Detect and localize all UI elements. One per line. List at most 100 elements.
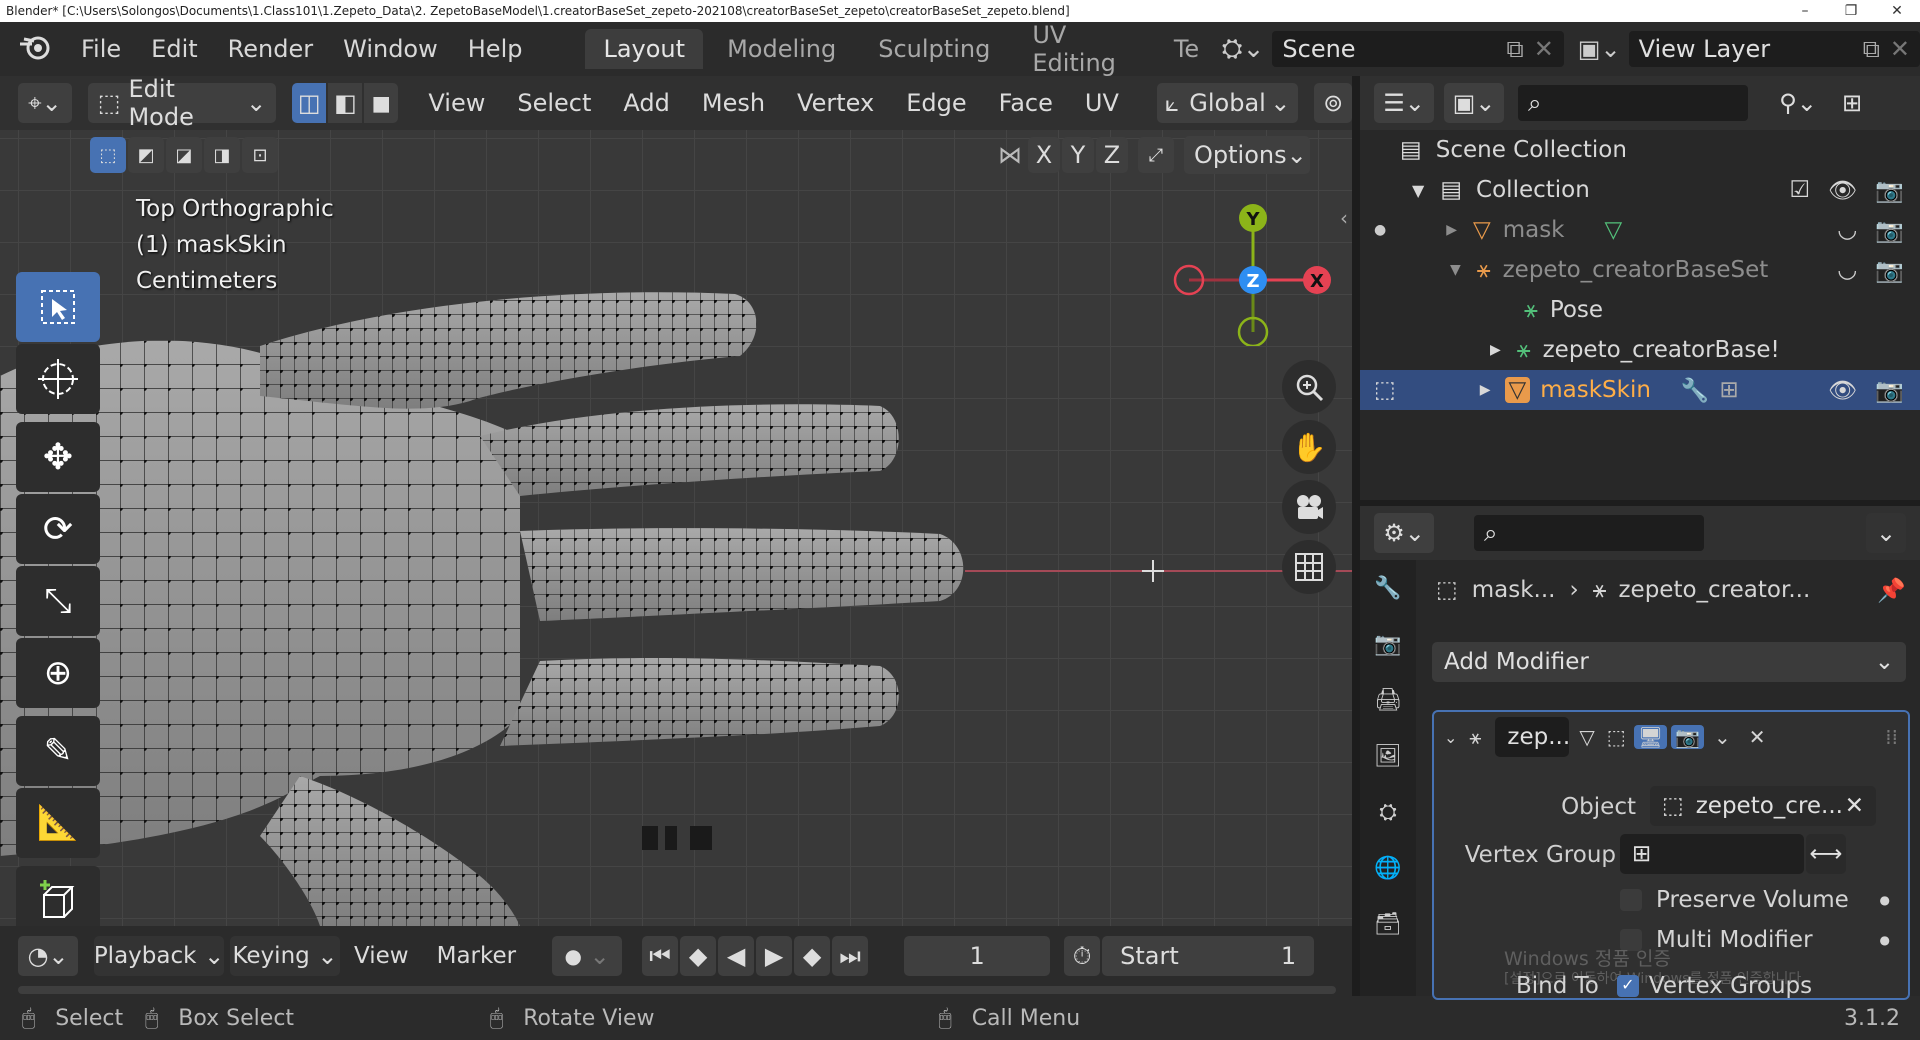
keyframe-dot-icon[interactable]: ● [1880, 893, 1890, 907]
zoom-icon[interactable] [1282, 360, 1336, 414]
render-toggle-icon[interactable]: 📷 [1671, 725, 1704, 749]
properties-search-input[interactable]: ⌕ [1474, 515, 1704, 551]
select-subtract-icon[interactable]: ◪ [166, 137, 202, 173]
object-field[interactable]: ⬚ zepeto_cre... ✕ [1650, 786, 1876, 826]
preserve-volume-checkbox[interactable] [1620, 889, 1642, 911]
menu-render[interactable]: Render [213, 35, 328, 63]
new-collection-icon[interactable]: ⊞ [1834, 83, 1870, 123]
menu-uv[interactable]: UV [1069, 89, 1135, 117]
clear-object-icon[interactable]: ✕ [1845, 793, 1864, 819]
menu-marker[interactable]: Marker [423, 943, 531, 969]
menu-face[interactable]: Face [983, 89, 1069, 117]
expand-arrow-icon[interactable]: ▶ [1480, 382, 1491, 398]
outliner-row-pose[interactable]: ⚹ Pose [1360, 290, 1920, 330]
jump-end-icon[interactable]: ⏭ [832, 936, 869, 976]
transform-orientation-dropdown[interactable]: ⟀ Global ⌄ [1156, 83, 1299, 123]
delete-view-layer-icon[interactable]: ✕ [1890, 35, 1910, 63]
view-layer-tab-icon[interactable]: 🖼 [1360, 728, 1416, 784]
outliner-row-zepeto-creatorbaseset[interactable]: ▼ ⚹ zepeto_creatorBaseSet ◡ 📷 [1360, 250, 1920, 290]
modifier-name-field[interactable]: zep... [1495, 717, 1570, 757]
mirror-z-toggle[interactable]: Z [1096, 137, 1128, 173]
remove-modifier-icon[interactable]: ✕ [1749, 725, 1766, 749]
menu-file[interactable]: File [66, 35, 136, 63]
jump-start-icon[interactable]: ⏮ [642, 936, 679, 976]
outliner-search-input[interactable]: ⌕ [1518, 85, 1748, 121]
sidebar-toggle-icon[interactable]: ‹ [1340, 206, 1348, 230]
annotate-tool[interactable]: ✎ [16, 716, 100, 786]
menu-mesh[interactable]: Mesh [686, 89, 781, 117]
render-camera-icon[interactable]: 📷 [1875, 177, 1904, 204]
cursor-tool[interactable] [16, 344, 100, 414]
tab-texture[interactable]: Te [1166, 29, 1202, 69]
camera-view-icon[interactable] [1282, 480, 1336, 534]
rotate-tool[interactable]: ⟳ [16, 494, 100, 564]
viewport-toggle-icon[interactable]: 🖥 [1633, 725, 1668, 749]
outliner-row-armature-data[interactable]: ▶ ⚹ zepeto_creatorBase! [1360, 330, 1920, 370]
view-layer-field[interactable]: View Layer ⧉ ✕ [1628, 31, 1920, 67]
display-mode-icon[interactable]: ▣⌄ [1444, 83, 1504, 123]
timeline-editor-type-icon[interactable]: ◔⌄ [18, 936, 78, 976]
preview-range-icon[interactable]: ⏱ [1064, 936, 1101, 976]
hidden-eye-icon[interactable]: ◡ [1837, 217, 1857, 243]
outliner-row-maskskin[interactable]: ⬚ ▶ ▽ maskSkin 🔧 ⊞ 👁 📷 [1360, 370, 1920, 410]
snap-icon[interactable]: ⤢ [1138, 137, 1174, 173]
perspective-toggle-icon[interactable] [1282, 540, 1336, 594]
pivot-point-icon[interactable]: ⊚ [1314, 83, 1352, 123]
next-keyframe-icon[interactable]: ◆ [794, 936, 831, 976]
expand-arrow-icon[interactable]: ▼ [1450, 262, 1461, 278]
scene-selector-icon[interactable]: ⛭⌄ [1222, 34, 1265, 65]
mirror-x-toggle[interactable]: X [1028, 137, 1060, 173]
current-frame-field[interactable]: 1 [904, 936, 1051, 976]
play-icon[interactable]: ▶ [756, 936, 793, 976]
expand-arrow-icon[interactable]: ▶ [1490, 342, 1501, 358]
delete-scene-icon[interactable]: ✕ [1534, 35, 1554, 63]
menu-help[interactable]: Help [453, 35, 538, 63]
menu-add[interactable]: Add [607, 89, 685, 117]
blender-logo-icon[interactable] [0, 32, 66, 67]
menu-vertex[interactable]: Vertex [781, 89, 890, 117]
mirror-icon[interactable]: ⋈ [998, 141, 1022, 169]
drag-handle-icon[interactable]: ⁞⁞ [1885, 725, 1898, 749]
filter-icon[interactable]: ⚲⌄ [1768, 83, 1828, 123]
select-intersect-icon[interactable]: ⊡ [242, 137, 278, 173]
select-new-icon[interactable]: ⬚ [90, 137, 126, 173]
measure-tool[interactable]: 📐 [16, 788, 100, 858]
menu-playback[interactable]: Playback ⌄ [94, 936, 224, 976]
outliner-row-scene-collection[interactable]: ▤ Scene Collection [1360, 130, 1920, 170]
mode-dropdown[interactable]: ⬚ Edit Mode ⌄ [87, 76, 277, 131]
hidden-eye-icon[interactable]: ◡ [1837, 257, 1857, 283]
add-cube-tool[interactable] [16, 866, 100, 926]
timeline-scrollbar[interactable] [18, 986, 1336, 994]
add-modifier-button[interactable]: Add Modifier ⌄ [1432, 642, 1906, 682]
pan-hand-icon[interactable]: ✋ [1282, 420, 1336, 474]
collapse-arrow-icon[interactable]: ⌄ [1444, 728, 1457, 747]
select-box-tool[interactable] [16, 272, 100, 342]
chevron-down-icon[interactable]: ⌄ [1714, 725, 1731, 749]
mirror-y-toggle[interactable]: Y [1062, 137, 1094, 173]
3d-viewport[interactable]: ⌖⌄ ⬚ Edit Mode ⌄ ◫ ◧ ◼ View Select Add M… [0, 76, 1352, 926]
expand-arrow-icon[interactable]: ▶ [1446, 222, 1457, 238]
render-tab-icon[interactable]: 📷 [1360, 616, 1416, 672]
minimize-button[interactable]: – [1782, 3, 1828, 19]
menu-select[interactable]: Select [501, 89, 607, 117]
menu-timeline-view[interactable]: View [340, 943, 423, 969]
visibility-eye-icon[interactable]: 👁 [1828, 177, 1857, 204]
pin-icon[interactable]: 📌 [1877, 577, 1906, 604]
exclude-checkbox[interactable]: ☑ [1790, 177, 1811, 203]
render-camera-icon[interactable]: 📷 [1875, 217, 1904, 244]
play-reverse-icon[interactable]: ◀ [718, 936, 755, 976]
vertex-select-mode-button[interactable]: ◫ [292, 83, 327, 123]
face-select-mode-button[interactable]: ◼ [364, 83, 399, 123]
properties-editor-type-icon[interactable]: ⚙⌄ [1374, 513, 1434, 553]
tab-modeling[interactable]: Modeling [709, 29, 854, 69]
menu-window[interactable]: Window [328, 35, 453, 63]
options-dropdown[interactable]: Options ⌄ [1184, 136, 1310, 174]
transform-tool[interactable]: ⊕ [16, 638, 100, 708]
close-button[interactable]: ✕ [1874, 3, 1920, 19]
scale-tool[interactable]: ⤡ [16, 566, 100, 636]
start-frame-field[interactable]: Start 1 [1102, 936, 1315, 976]
navigation-gizmo[interactable]: Y Z X [1160, 196, 1350, 346]
editor-type-icon[interactable]: ⌖⌄ [18, 83, 72, 123]
move-tool[interactable]: ✥ [16, 422, 100, 492]
invert-vertex-group-icon[interactable]: ⟷ [1806, 834, 1846, 874]
